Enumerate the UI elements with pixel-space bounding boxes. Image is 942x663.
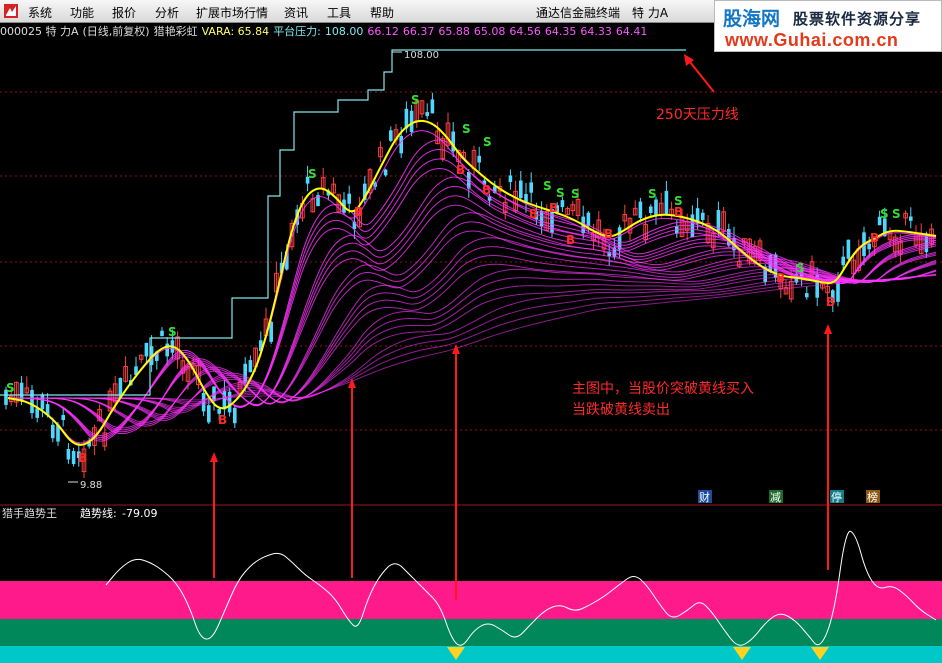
band-pink [0, 581, 942, 619]
sell-signal-mark: S [483, 135, 492, 149]
sell-signal-mark: S [796, 261, 805, 275]
sell-signal-mark: S [543, 179, 552, 193]
buy-signal-mark: B [674, 205, 683, 219]
sell-signal-mark: S [892, 207, 901, 221]
buy-signal-mark: B [566, 233, 575, 247]
badge-list-label: 榜 [867, 490, 878, 504]
sell-signal-mark: S [880, 207, 889, 221]
rule-annotation-sell: 当跌破黄线卖出 [572, 401, 670, 418]
sell-signal-mark: S [571, 187, 580, 201]
badge-reduce-label: 减 [770, 491, 781, 504]
pressure-annotation: 250天压力线 [656, 107, 739, 123]
sell-signal-mark: S [6, 381, 15, 395]
trend-value: -79.09 [122, 507, 157, 520]
event-badges: 财 减 停 榜 [698, 490, 880, 504]
buy-signal-mark: B [870, 231, 879, 245]
buy-signal-mark: B [482, 183, 491, 197]
trend-label: 趋势线: [80, 506, 117, 520]
band-cyan [0, 646, 942, 663]
high-price-label: 108.00 [404, 50, 439, 61]
sell-signal-mark: S [168, 325, 177, 339]
buy-signal-mark: B [78, 451, 87, 465]
low-price-label: 9.88 [80, 480, 102, 491]
sell-signal-mark: S [462, 122, 471, 136]
buy-signal-mark: B [354, 205, 363, 219]
badge-finance-label: 财 [699, 490, 710, 504]
kline-chart[interactable]: SSSSSSS S S S SSS SBBBBBB BB BBBBB 108.00 9.88 … [0, 0, 942, 663]
buy-signal-mark: B [529, 207, 538, 221]
sell-signal-mark: S [648, 187, 657, 201]
band-green [0, 619, 942, 646]
rainbow-lines [7, 130, 937, 444]
sell-signal-mark: S [556, 186, 565, 200]
rule-annotation-buy: 主图中，当股价突破黄线买入 [572, 380, 754, 397]
buy-signal-mark: B [218, 413, 227, 427]
sell-signal-mark: S [411, 93, 420, 107]
buy-signal-mark: B [776, 271, 785, 285]
sub-indicator-name[interactable]: 猎手趋势王 [2, 506, 57, 520]
buy-signal-mark: B [549, 201, 558, 215]
sell-signal-mark: S [308, 167, 317, 181]
badge-halt-label: 停 [831, 490, 842, 504]
buy-signal-mark: B [604, 227, 613, 241]
buy-signal-mark: B [826, 295, 835, 309]
buy-signal-mark: B [456, 163, 465, 177]
